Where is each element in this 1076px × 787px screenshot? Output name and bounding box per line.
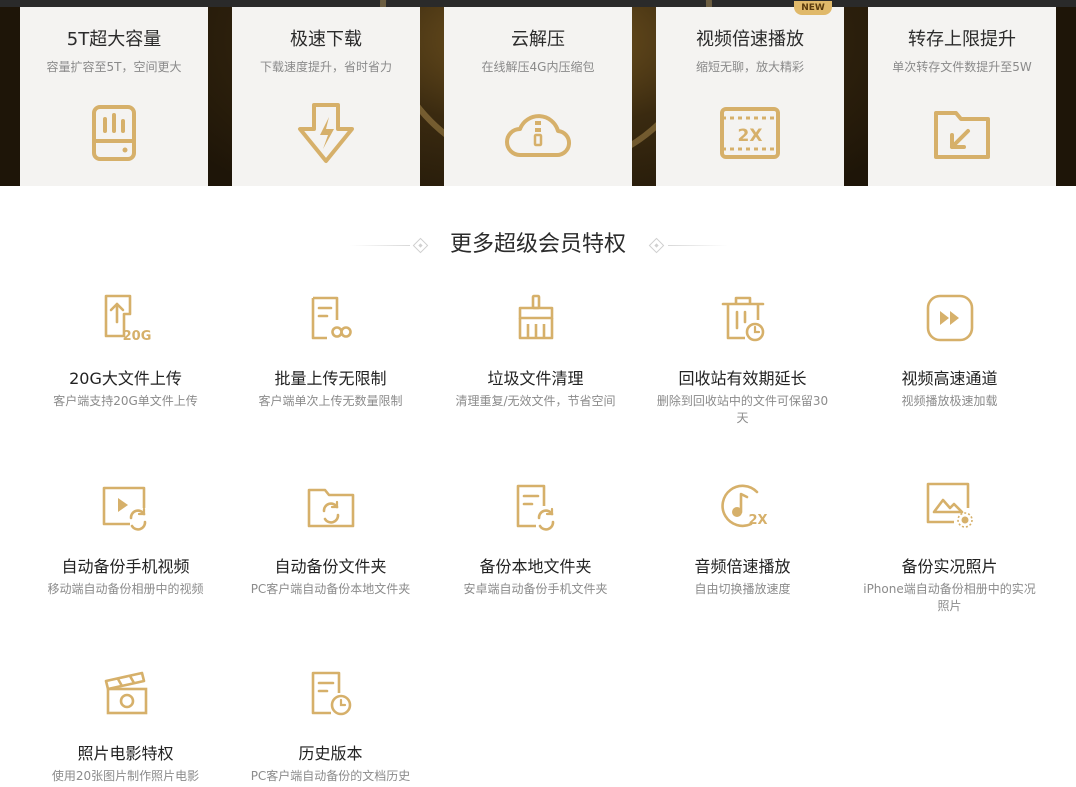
section-title: 更多超级会员特权 — [449, 232, 626, 257]
video-2x-icon: 2X — [720, 107, 780, 159]
unlimited-upload-icon — [311, 296, 352, 340]
fast-forward-icon — [926, 294, 973, 342]
broom-icon — [518, 294, 553, 340]
feature-desc: PC客户端自动备份的文档历史 — [250, 769, 411, 783]
feature-title: 备份实况照片 — [901, 557, 998, 576]
feature-junk-clean: 垃圾文件清理 清理重复/无效文件，节省空间 — [433, 292, 638, 410]
card-title: 视频倍速播放 — [696, 29, 804, 50]
feature-title: 照片电影特权 — [77, 744, 174, 763]
feature-desc: PC客户端自动备份本地文件夹 — [250, 582, 411, 596]
feature-title: 历史版本 — [298, 744, 363, 763]
card-subtitle: 下载速度提升，省时省力 — [259, 60, 392, 74]
feature-desc: 移动端自动备份相册中的视频 — [47, 582, 204, 596]
fast-download-icon — [298, 103, 354, 163]
feature-desc: 安卓端自动备份手机文件夹 — [463, 582, 608, 596]
privilege-card-video-speed: NEW 视频倍速播放 缩短无聊，放大精彩 2X — [656, 1, 844, 186]
card-subtitle: 在线解压4G内压缩包 — [481, 60, 595, 74]
feature-title: 20G大文件上传 — [69, 369, 182, 388]
history-version-icon — [311, 671, 351, 716]
clapper-icon — [104, 671, 147, 715]
feature-video-backup: 自动备份手机视频 移动端自动备份相册中的视频 — [23, 480, 228, 598]
cloud-unzip-icon — [505, 114, 571, 158]
card-title: 5T超大容量 — [66, 29, 162, 50]
card-subtitle: 容量扩容至5T，空间更大 — [46, 60, 182, 74]
feature-photo-movie: 照片电影特权 使用20张图片制作照片电影 — [23, 667, 228, 785]
feature-title: 自动备份文件夹 — [274, 557, 387, 576]
feature-title: 备份本地文件夹 — [479, 557, 592, 576]
transfer-folder-icon — [934, 111, 990, 159]
document-sync-icon — [516, 484, 554, 531]
privilege-card-transfer: 转存上限提升 单次转存文件数提升至5W — [868, 7, 1056, 186]
feature-folder-backup: 自动备份文件夹 PC客户端自动备份本地文件夹 — [228, 480, 433, 598]
new-badge: NEW — [794, 1, 832, 15]
storage-icon — [92, 105, 136, 161]
live-photo-icon — [926, 482, 973, 528]
feature-title: 自动备份手机视频 — [61, 557, 190, 576]
privilege-card-unzip: 云解压 在线解压4G内压缩包 — [444, 7, 632, 186]
folder-sync-icon — [307, 488, 354, 528]
upload-20g-icon: 20G — [104, 294, 151, 344]
feature-desc: 自由切换播放速度 — [694, 582, 791, 596]
feature-title: 音频倍速播放 — [694, 557, 791, 576]
feature-desc: 清理重复/无效文件，节省空间 — [455, 394, 616, 408]
title-divider-right — [668, 245, 728, 246]
feature-audio-speed: 2X 音频倍速播放 自由切换播放速度 — [640, 480, 845, 598]
feature-desc: 视频播放极速加载 — [901, 394, 998, 408]
recycle-bin-clock-icon — [721, 296, 764, 342]
vip-banner: 5T超大容量 容量扩容至5T，空间更大 极速下载 下载速度提升，省时省力 云解压… — [0, 0, 1076, 186]
feature-desc: 删除到回收站中的文件可保留30天 — [656, 394, 829, 425]
feature-desc: iPhone端自动备份相册中的实况照片 — [863, 582, 1036, 613]
feature-unlimited-upload: 批量上传无限制 客户端单次上传无数量限制 — [228, 292, 433, 410]
card-title: 极速下载 — [290, 29, 362, 50]
feature-title: 批量上传无限制 — [274, 369, 387, 388]
card-title: 云解压 — [511, 29, 565, 50]
feature-desc: 客户端单次上传无数量限制 — [258, 394, 403, 408]
feature-live-photo: 备份实况照片 iPhone端自动备份相册中的实况照片 — [847, 480, 1052, 615]
feature-recycle-extend: 回收站有效期延长 删除到回收站中的文件可保留30天 — [640, 292, 845, 427]
feature-title: 视频高速通道 — [901, 369, 998, 388]
svg-text:2X: 2X — [748, 513, 767, 528]
feature-desc: 使用20张图片制作照片电影 — [51, 769, 200, 783]
feature-desc: 客户端支持20G单文件上传 — [53, 394, 198, 408]
audio-2x-icon: 2X — [720, 484, 767, 528]
svg-text:20G: 20G — [122, 329, 151, 344]
feature-history-version: 历史版本 PC客户端自动备份的文档历史 — [228, 667, 433, 785]
feature-title: 回收站有效期延长 — [678, 369, 807, 388]
privilege-card-download: 极速下载 下载速度提升，省时省力 — [232, 7, 420, 186]
feature-title: 垃圾文件清理 — [487, 369, 584, 388]
privilege-card-storage: 5T超大容量 容量扩容至5T，空间更大 — [20, 7, 208, 186]
svg-text:2X: 2X — [738, 126, 763, 146]
feature-video-channel: 视频高速通道 视频播放极速加载 — [847, 292, 1052, 410]
card-subtitle: 缩短无聊，放大精彩 — [695, 60, 804, 74]
card-title: 转存上限提升 — [908, 29, 1016, 50]
feature-local-folder-backup: 备份本地文件夹 安卓端自动备份手机文件夹 — [433, 480, 638, 598]
feature-20g-upload: 20G 20G大文件上传 客户端支持20G单文件上传 — [23, 292, 228, 410]
video-backup-icon — [102, 486, 146, 531]
card-subtitle: 单次转存文件数提升至5W — [892, 60, 1032, 74]
